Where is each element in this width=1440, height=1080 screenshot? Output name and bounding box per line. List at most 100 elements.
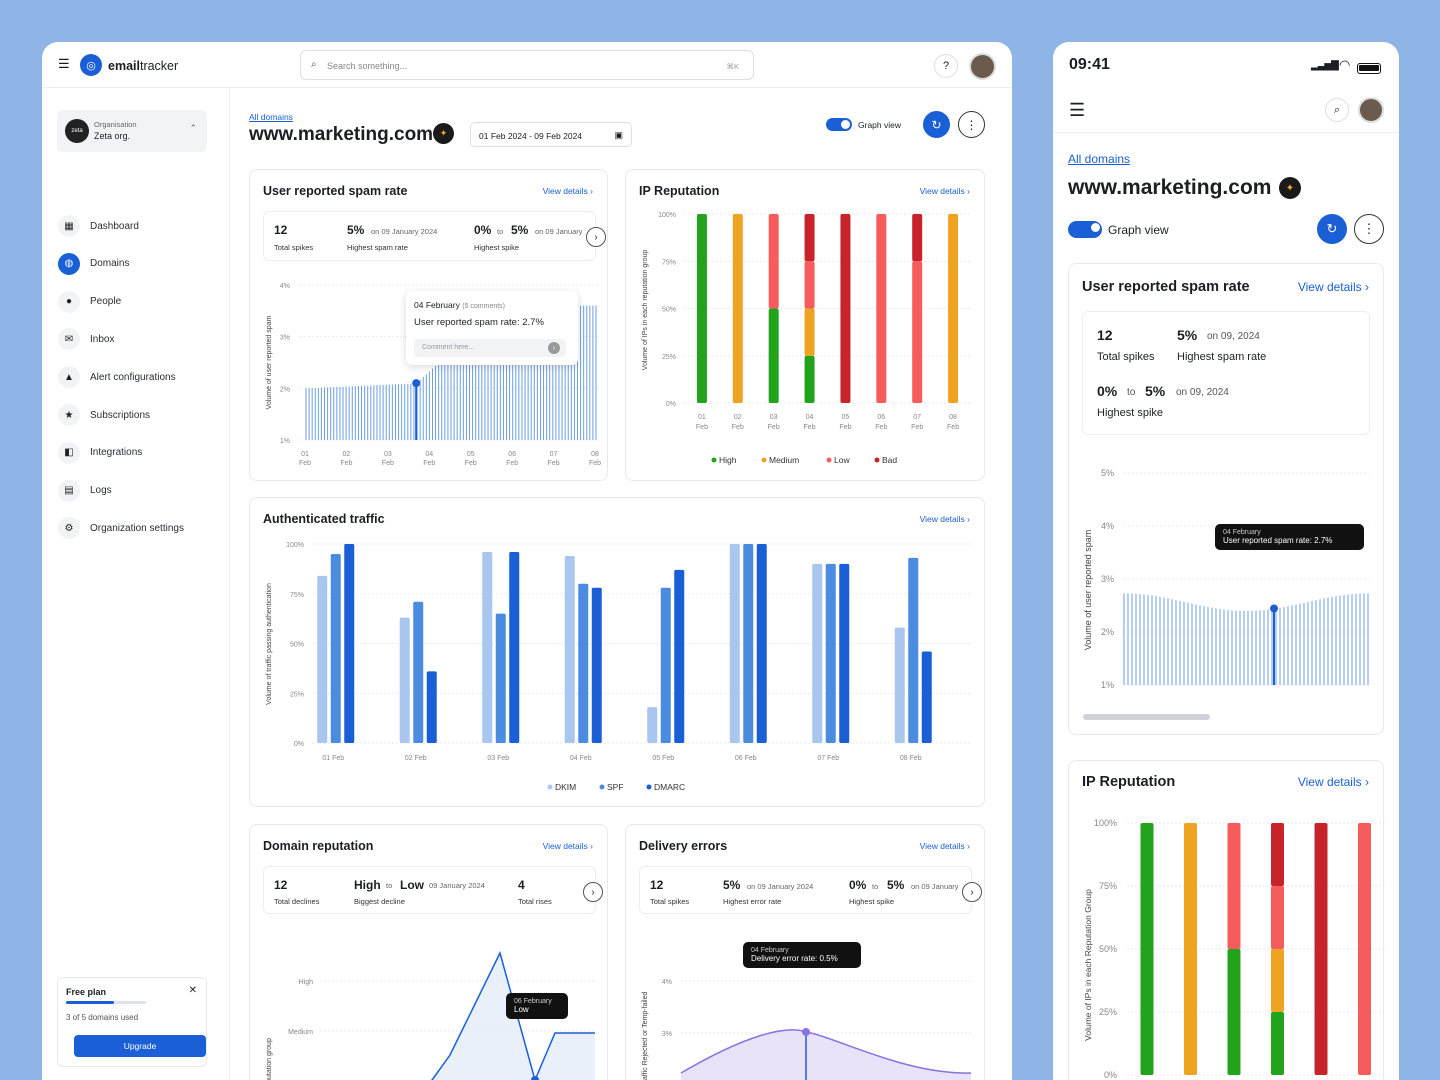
x-tick-label: Feb bbox=[768, 424, 780, 431]
mobile-ip-reputation-chart: 0%25%50%75%100%01Feb02Feb03Feb04Feb05Feb… bbox=[1083, 818, 1385, 1080]
spam-view-details[interactable]: View details › bbox=[543, 186, 593, 196]
sidebar-item-label: Domains bbox=[90, 258, 130, 270]
rep-segment-high bbox=[768, 308, 779, 403]
date-range-picker[interactable]: 01 Feb 2024 - 09 Feb 2024 ▣ bbox=[470, 122, 632, 147]
x-tick-label: 08 bbox=[949, 414, 957, 421]
ipr-view-details[interactable]: View details › bbox=[1298, 775, 1369, 789]
stat-label: Total spikes bbox=[274, 243, 314, 252]
y-tick-label: 0% bbox=[666, 401, 676, 408]
background-frame: ☰ ◎ emailtracker ⌕ Search something... ⌘… bbox=[0, 0, 1440, 1080]
x-tick-label: Feb bbox=[465, 460, 477, 467]
mobile-window: 09:41 ▂▃▅▇ ◠ ☰ ⌕ All domains www.marketi… bbox=[1053, 42, 1399, 1080]
graph-view-toggle[interactable] bbox=[1068, 221, 1102, 238]
stat-to: to bbox=[497, 227, 504, 236]
y-tick-label: 75% bbox=[662, 259, 676, 266]
sidebar-item-subscriptions[interactable]: ★ Subscriptions bbox=[58, 402, 150, 428]
menu-icon[interactable]: ☰ bbox=[1069, 100, 1085, 121]
spam-view-details[interactable]: View details › bbox=[1298, 280, 1369, 294]
rep-segment-low bbox=[768, 214, 779, 309]
sidebar-item-inbox[interactable]: ✉ Inbox bbox=[58, 326, 114, 352]
y-tick-label: 0% bbox=[294, 741, 304, 748]
close-icon[interactable]: ✕ bbox=[189, 985, 197, 996]
x-tick-label: 05 bbox=[842, 414, 850, 421]
y-tick-label: 25% bbox=[290, 691, 304, 698]
ipr-view-details[interactable]: View details › bbox=[920, 186, 970, 196]
plan-usage: 3 of 5 domains used bbox=[66, 1013, 139, 1022]
auth-bar-dkim bbox=[647, 707, 658, 743]
stat-value: 5% bbox=[1177, 327, 1198, 343]
mobile-ip-reputation-card: IP Reputation View details › 0% 25% 50% 75%… bbox=[1068, 760, 1385, 1080]
mobile-spam-card: User reported spam rate View details › 1… bbox=[1068, 263, 1384, 735]
x-tick-label: 08 Feb bbox=[900, 755, 922, 762]
graph-view-toggle[interactable] bbox=[826, 118, 852, 131]
battery-icon bbox=[1357, 63, 1381, 74]
auth-bar-dmarc bbox=[591, 587, 602, 743]
sidebar-item-people[interactable]: ● People bbox=[58, 289, 121, 315]
x-tick-label: Feb bbox=[423, 460, 435, 467]
sidebar-item-domains[interactable]: ◍ Domains bbox=[58, 251, 129, 277]
breadcrumb[interactable]: All domains bbox=[1068, 152, 1130, 166]
plan-progress bbox=[66, 1001, 146, 1004]
stat-label: Highest spam rate bbox=[347, 243, 408, 252]
sidebar-item-dashboard[interactable]: ▦ Dashboard bbox=[58, 213, 139, 239]
domain-reputation-card: Domain reputation View details › 12 Tota… bbox=[249, 824, 608, 1080]
domrep-tooltip: 06 February Low bbox=[506, 993, 568, 1019]
more-options-icon[interactable]: ⋮ bbox=[958, 111, 985, 138]
user-avatar[interactable] bbox=[969, 53, 996, 80]
y-tick-label: 1% bbox=[280, 438, 290, 445]
send-icon[interactable]: › bbox=[548, 342, 560, 354]
search-icon[interactable]: ⌕ bbox=[1325, 98, 1349, 122]
stat-label: Total spikes bbox=[650, 897, 690, 906]
graph-view-label: Graph view bbox=[858, 120, 901, 130]
domrep-view-label: View details bbox=[542, 841, 588, 851]
rep-segment-low bbox=[804, 261, 815, 309]
tip-text: Low bbox=[514, 1005, 529, 1014]
signal-icon: ▂▃▅▇ bbox=[1311, 60, 1339, 71]
sidebar-item-organization-settings[interactable]: ⚙ Organization settings bbox=[58, 515, 184, 541]
next-arrow-icon[interactable]: › bbox=[583, 882, 603, 902]
auth-bar-spf bbox=[495, 613, 506, 743]
domrep-stats: 12 Total declines High to Low 09 January… bbox=[263, 866, 596, 914]
x-tick-label: 05 Feb bbox=[652, 755, 674, 762]
x-tick-label: Feb bbox=[548, 460, 560, 467]
highlight-point bbox=[1270, 604, 1278, 613]
y-tick-label: High bbox=[299, 979, 314, 986]
org-switcher[interactable]: zeta Organisation Zeta org. ⌃ bbox=[57, 110, 207, 152]
comment-input[interactable]: Comment here... › bbox=[414, 339, 566, 357]
tip-date: 06 February bbox=[514, 998, 552, 1005]
delerr-view-details[interactable]: View details › bbox=[920, 841, 970, 851]
x-tick-label: Feb bbox=[506, 460, 518, 467]
horizontal-scrollbar[interactable] bbox=[1083, 714, 1210, 720]
stat-value: 5% bbox=[723, 878, 741, 892]
legend-label: High bbox=[719, 455, 737, 465]
x-tick-label: 01 bbox=[301, 451, 309, 458]
top-bar: ☰ ◎ emailtracker ⌕ Search something... ⌘… bbox=[42, 42, 1012, 88]
search-input[interactable]: ⌕ Search something... ⌘K bbox=[300, 50, 754, 80]
y-tick-label: 3% bbox=[662, 1031, 672, 1038]
breadcrumb[interactable]: All domains bbox=[249, 112, 293, 122]
sidebar-item-alert-configurations[interactable]: ▲ Alert configurations bbox=[58, 364, 176, 390]
refresh-icon[interactable]: ↻ bbox=[1317, 214, 1347, 244]
refresh-icon[interactable]: ↻ bbox=[923, 111, 950, 138]
auth-view-details[interactable]: View details › bbox=[920, 514, 970, 524]
x-tick-label: 06 bbox=[877, 414, 885, 421]
spam-card-title: User reported spam rate bbox=[1082, 279, 1250, 295]
upgrade-button[interactable]: Upgrade bbox=[74, 1035, 206, 1057]
domrep-view-details[interactable]: View details › bbox=[543, 841, 593, 851]
help-button[interactable]: ? bbox=[934, 54, 958, 78]
more-options-icon[interactable]: ⋮ bbox=[1354, 214, 1384, 244]
next-arrow-icon[interactable]: › bbox=[962, 882, 982, 902]
next-arrow-icon[interactable]: › bbox=[586, 227, 606, 247]
legend-dot bbox=[874, 457, 880, 463]
menu-icon[interactable]: ☰ bbox=[58, 57, 70, 70]
sidebar-item-integrations[interactable]: ◧ Integrations bbox=[58, 440, 142, 466]
star-badge-icon: ✦ bbox=[433, 123, 454, 144]
tip-text: User reported spam rate: 2.7% bbox=[414, 317, 544, 328]
stat-label: Highest error rate bbox=[723, 897, 782, 906]
user-avatar[interactable] bbox=[1358, 97, 1384, 123]
auth-bar-dkim bbox=[812, 563, 823, 743]
sidebar-item-logs[interactable]: ▤ Logs bbox=[58, 478, 112, 504]
y-axis-label: Volume of IPs in each reputation group bbox=[642, 250, 649, 371]
page-title: www.marketing.com bbox=[1068, 176, 1272, 199]
mail-icon: ✉ bbox=[58, 328, 80, 351]
